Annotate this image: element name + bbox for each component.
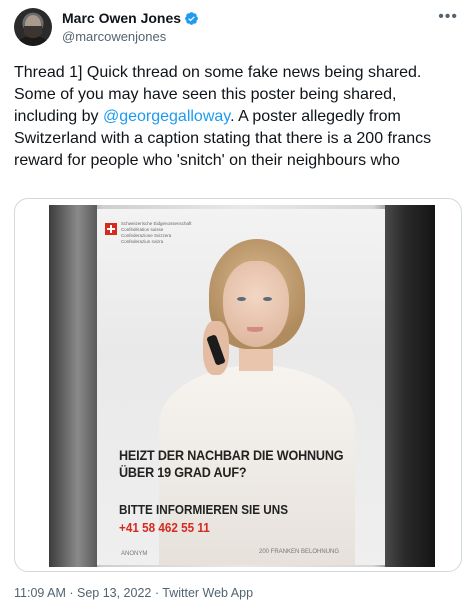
mention-link[interactable]: @georgegalloway [103, 108, 230, 125]
woman-eye-left [237, 297, 246, 301]
name-row: Marc Owen Jones [62, 10, 199, 26]
frame-left [49, 205, 97, 567]
avatar[interactable] [14, 8, 52, 46]
avatar-beard [24, 26, 42, 38]
poster-headline-line2: ÜBER 19 GRAD AUF? [119, 464, 247, 480]
tweet-timestamp[interactable]: 11:09 AM · Sep 13, 2022 · Twitter Web Ap… [14, 586, 253, 600]
tweet-text: Thread 1] Quick thread on some fake news… [14, 62, 460, 172]
tweet-media[interactable]: Schweizerische Eidgenossenschaft Confédé… [14, 198, 462, 572]
poster-photo: Schweizerische Eidgenossenschaft Confédé… [49, 205, 435, 567]
swiss-flag-icon [105, 223, 117, 235]
woman-eye-right [263, 297, 272, 301]
frame-right [385, 205, 435, 567]
poster: Schweizerische Eidgenossenschaft Confédé… [97, 209, 385, 565]
poster-reward-label: 200 FRANKEN BELOHNUNG [259, 549, 340, 555]
more-options-icon[interactable]: ••• [438, 8, 458, 26]
poster-headline-line1: HEIZT DER NACHBAR DIE WOHNUNG [119, 447, 344, 463]
agency-line: Confederaziun svizra [121, 239, 164, 244]
poster-phone-number: +41 58 462 55 11 [119, 520, 210, 535]
woman-face [223, 261, 289, 347]
tweet: Marc Owen Jones @marcowenjones ••• Threa… [0, 0, 474, 606]
poster-anon-label: ANONYM [121, 551, 148, 557]
tweet-header: Marc Owen Jones @marcowenjones ••• [14, 8, 460, 48]
poster-agency: Schweizerische Eidgenossenschaft Confédé… [121, 221, 211, 245]
verified-badge-icon [185, 11, 198, 25]
poster-headline: HEIZT DER NACHBAR DIE WOHNUNG ÜBER 19 GR… [119, 447, 353, 481]
author-handle[interactable]: @marcowenjones [62, 29, 166, 44]
poster-cta: BITTE INFORMIEREN SIE UNS [119, 502, 289, 517]
woman-lips [247, 327, 263, 332]
author-name[interactable]: Marc Owen Jones [62, 10, 181, 26]
